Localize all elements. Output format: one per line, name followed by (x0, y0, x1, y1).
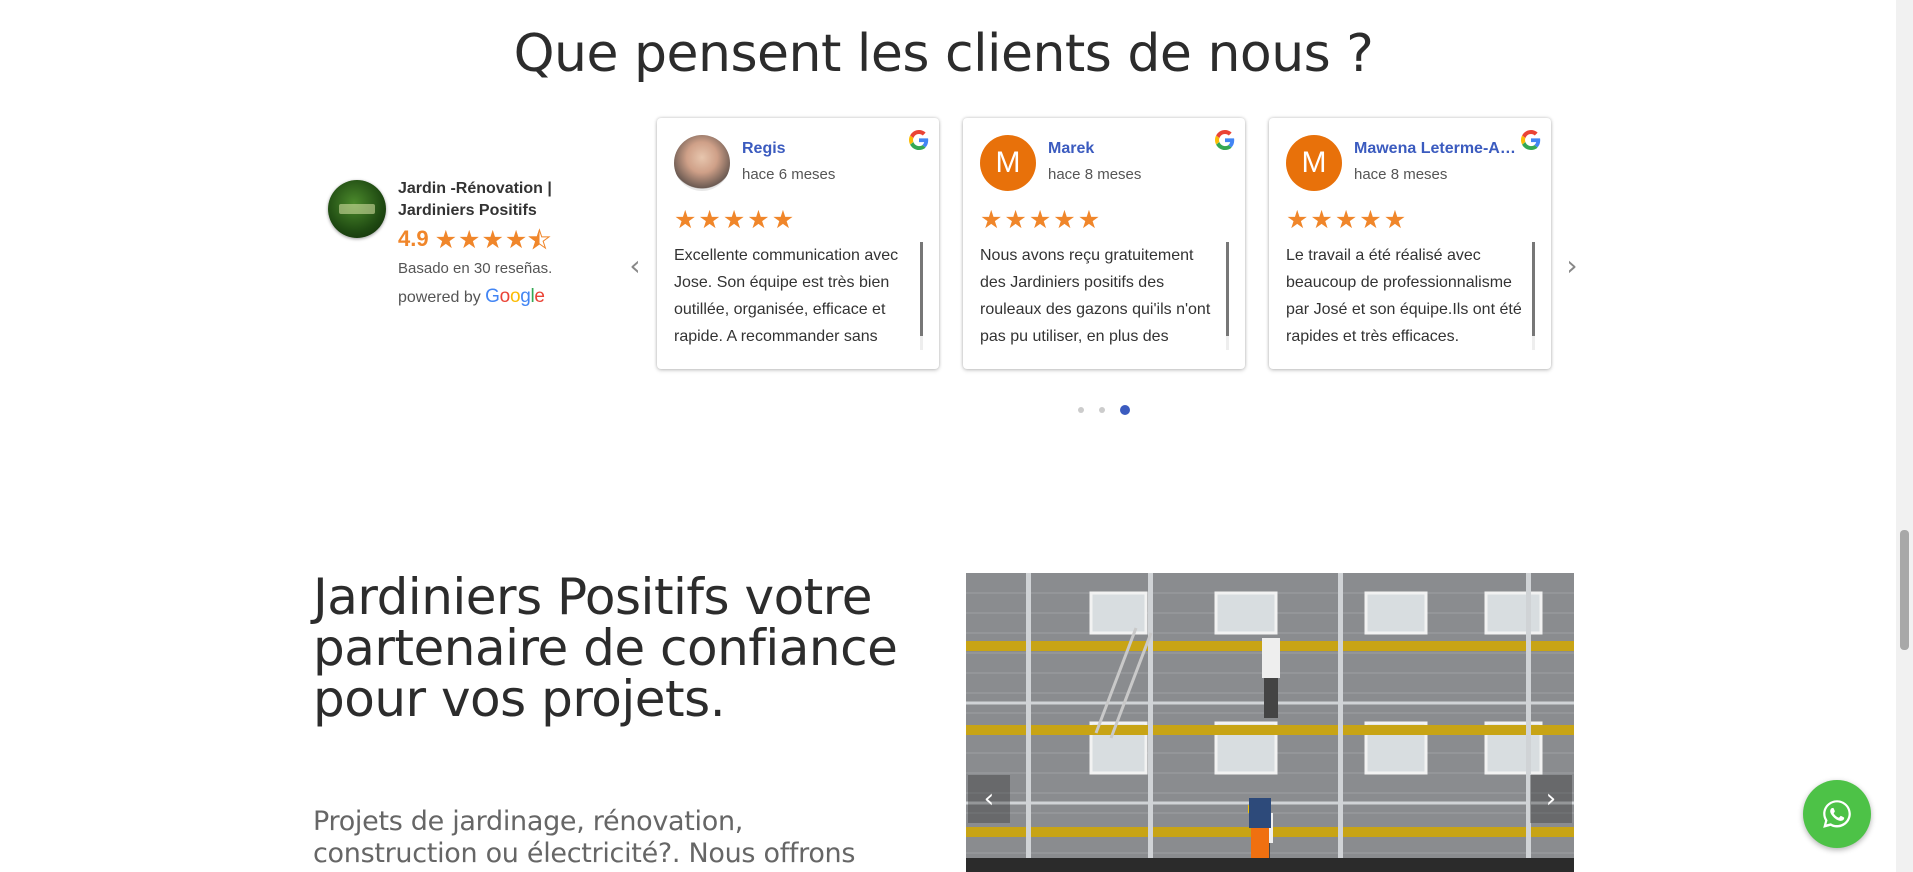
project-photo (966, 573, 1574, 872)
review-time: hace 8 meses (1354, 166, 1448, 183)
review-count: Basado en 30 reseñas. (398, 260, 553, 277)
review-text: Nous avons reçu gratuitement des Jardini… (980, 247, 1211, 345)
page-scrollbar-thumb[interactable] (1900, 530, 1909, 650)
reviewer-name[interactable]: Marek (1048, 140, 1218, 158)
half-star-icon: ★ (528, 224, 551, 254)
section-title: Que pensent les clients de nous ? (513, 24, 1374, 84)
review-card: M Mawena Leterme-Adj… hace 8 meses ★ ★ ★ ★ ★… (1269, 118, 1551, 369)
star-icon: ★ (504, 224, 528, 254)
google-g-icon (1521, 130, 1541, 150)
google-g-icon (909, 130, 929, 150)
photo-prev-button[interactable]: ‹ (968, 775, 1010, 823)
reviewer-name[interactable]: Mawena Leterme-Adj… (1354, 140, 1524, 158)
reviewer-avatar[interactable]: M (980, 135, 1036, 191)
review-scrollbar[interactable] (920, 242, 923, 350)
review-time: hace 6 meses (742, 166, 836, 183)
carousel-dots (1078, 405, 1145, 415)
about-headline: Jardiniers Positifs votre partenaire de … (313, 568, 898, 728)
review-stars: ★ ★ ★ ★ ★ (980, 206, 1101, 234)
rating-row: 4.9 ★ ★ ★ ★ ★ (398, 226, 552, 252)
carousel-dot[interactable] (1078, 407, 1084, 413)
review-text: Excellente communication avec Jose. Son … (674, 247, 899, 345)
rating-number: 4.9 (398, 226, 429, 251)
google-logo: Google (485, 286, 545, 307)
review-stars: ★ ★ ★ ★ ★ (1286, 206, 1407, 234)
review-card: Regis hace 6 meses ★ ★ ★ ★ ★ Excellente comm… (657, 118, 939, 369)
carousel-dot-active[interactable] (1120, 405, 1130, 415)
whatsapp-button[interactable] (1803, 780, 1871, 848)
powered-by-label: powered by (398, 289, 481, 306)
page-scrollbar[interactable] (1896, 0, 1913, 872)
review-time: hace 8 meses (1048, 166, 1142, 183)
about-subtext: Projets de jardinage, rénovation, constr… (313, 806, 856, 869)
business-logo (328, 180, 386, 238)
review-text: Le travail a été réalisé avec beaucoup d… (1286, 247, 1522, 345)
star-icon: ★ (434, 224, 458, 254)
review-stars: ★ ★ ★ ★ ★ (674, 206, 795, 234)
reviewer-name[interactable]: Regis (742, 140, 912, 158)
business-name[interactable]: Jardin -Rénovation | Jardiniers Positifs (398, 178, 568, 222)
reviewer-avatar[interactable] (674, 135, 730, 191)
reviewer-avatar[interactable]: M (1286, 135, 1342, 191)
review-scrollbar[interactable] (1226, 242, 1229, 350)
star-icon: ★ (458, 224, 481, 254)
review-scrollbar[interactable] (1532, 242, 1535, 350)
photo-next-button[interactable]: › (1530, 775, 1572, 823)
powered-by-google: powered by Google (398, 286, 545, 308)
carousel-next-button[interactable]: › (1562, 252, 1582, 280)
carousel-dot[interactable] (1099, 407, 1105, 413)
review-card: M Marek hace 8 meses ★ ★ ★ ★ ★ Nous avons re… (963, 118, 1245, 369)
whatsapp-icon (1823, 800, 1851, 828)
carousel-prev-button[interactable]: ‹ (625, 252, 645, 280)
google-g-icon (1215, 130, 1235, 150)
star-icon: ★ (481, 224, 504, 254)
